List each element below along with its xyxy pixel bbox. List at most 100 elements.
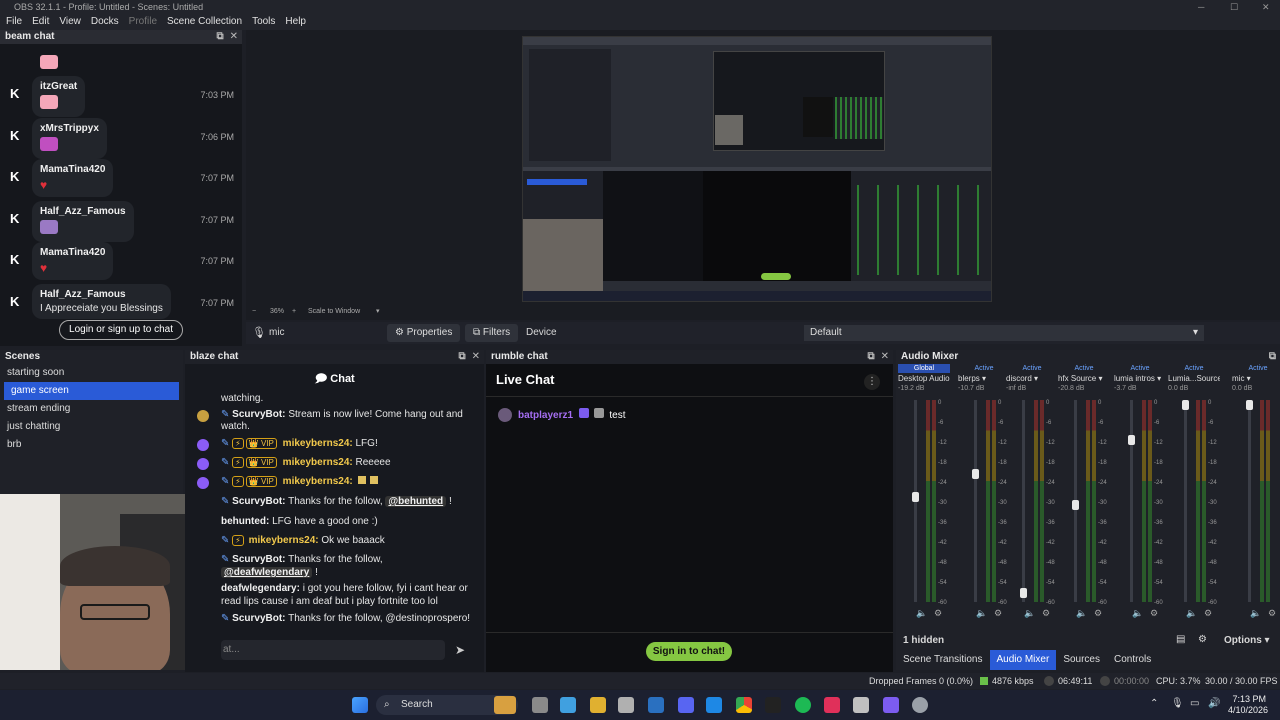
clock-date[interactable]: 4/10/2026 — [1226, 705, 1268, 715]
maximize-icon[interactable]: ☐ — [1230, 0, 1238, 14]
volume-fader[interactable] — [1248, 400, 1251, 602]
float-icon[interactable]: ⧉ — [867, 351, 874, 362]
sign-in-button[interactable]: Sign in to chat! — [646, 642, 732, 661]
menu-help[interactable]: Help — [285, 14, 306, 30]
menu-docks[interactable]: Docks — [91, 14, 119, 30]
task-view-icon[interactable] — [532, 697, 548, 713]
scale-select[interactable]: Scale to Window — [308, 308, 360, 315]
channel-name[interactable]: mic ▾ — [1232, 373, 1280, 385]
volume-fader[interactable] — [1184, 400, 1187, 602]
gear-icon[interactable]: ⚙ — [1042, 608, 1050, 619]
minimize-icon[interactable]: ─ — [1198, 0, 1204, 14]
fader-handle[interactable] — [1182, 400, 1189, 410]
chevron-down-icon[interactable]: ▾ — [376, 307, 380, 315]
file-explorer-icon[interactable] — [590, 697, 606, 713]
channel-name[interactable]: Lumia...Source ▾ — [1168, 373, 1220, 385]
filters-button[interactable]: ⧉ Filters — [465, 324, 519, 342]
chat-username[interactable]: MamaTina420 — [40, 247, 105, 258]
float-icon[interactable]: ⧉ — [458, 351, 465, 362]
close-icon[interactable]: ✕ — [1262, 0, 1270, 14]
channel-name[interactable]: Desktop Audio ▾ — [898, 373, 950, 385]
channel-name[interactable]: lumia intros ▾ — [1114, 373, 1166, 385]
menu-file[interactable]: File — [6, 14, 22, 30]
epic-games-icon[interactable] — [765, 697, 781, 713]
chat-input[interactable]: at... — [221, 640, 445, 660]
layout-icon[interactable]: ▤ — [1176, 634, 1185, 645]
gear-icon[interactable]: ⚙ — [1150, 608, 1158, 619]
channel-status[interactable]: Active — [1168, 364, 1220, 373]
fader-handle[interactable] — [1072, 499, 1079, 510]
chrome-icon[interactable] — [736, 697, 752, 713]
scene-item[interactable]: stream ending — [0, 400, 183, 418]
send-icon[interactable]: ➤ — [455, 643, 465, 657]
chat-username[interactable]: ScurvyBot: — [232, 409, 285, 420]
chat-username[interactable]: mikeyberns24: — [249, 535, 319, 546]
fader-handle[interactable] — [1128, 434, 1135, 445]
channel-status[interactable]: Active — [958, 364, 1010, 373]
scene-item[interactable]: brb — [0, 436, 183, 454]
tab-sources[interactable]: Sources — [1056, 650, 1107, 670]
menu-tools[interactable]: Tools — [252, 14, 275, 30]
volume-fader[interactable] — [1022, 400, 1025, 602]
gear-icon[interactable]: ⚙ — [934, 608, 942, 619]
zoom-in-icon[interactable]: + — [292, 308, 296, 315]
tab-controls[interactable]: Controls — [1107, 650, 1158, 670]
volume-icon[interactable]: 🔈 — [916, 608, 927, 619]
gear-icon[interactable]: ⚙ — [1198, 634, 1207, 645]
gear-icon[interactable]: ⚙ — [1094, 608, 1102, 619]
volume-icon[interactable]: 🔈 — [1024, 608, 1035, 619]
channel-name[interactable]: hfx Source ▾ — [1058, 373, 1110, 385]
chat-username[interactable]: ScurvyBot: — [232, 613, 285, 624]
tab-audio-mixer[interactable]: Audio Mixer — [989, 650, 1057, 670]
preview-canvas[interactable] — [522, 36, 992, 302]
app-icon[interactable] — [853, 697, 869, 713]
menu-edit[interactable]: Edit — [32, 14, 49, 30]
volume-icon[interactable]: 🔊 — [1208, 698, 1220, 709]
chat-username[interactable]: ScurvyBot: — [232, 496, 285, 507]
scene-item[interactable]: starting soon — [0, 364, 183, 382]
close-icon[interactable]: ✕ — [881, 351, 889, 362]
notepad-icon[interactable] — [706, 697, 722, 713]
chat-mention[interactable]: @deafwlegendary — [221, 567, 313, 578]
volume-icon[interactable]: 🔈 — [1250, 608, 1261, 619]
more-options-icon[interactable]: ⋮ — [864, 374, 880, 390]
app-icon[interactable] — [883, 697, 899, 713]
channel-status[interactable]: Active — [1114, 364, 1166, 373]
volume-fader[interactable] — [974, 400, 977, 602]
spotify-icon[interactable] — [795, 697, 811, 713]
tab-scene-transitions[interactable]: Scene Transitions — [896, 650, 990, 670]
channel-status[interactable]: Global — [898, 364, 950, 373]
chat-username[interactable]: batplayerz1 — [518, 410, 573, 421]
fader-handle[interactable] — [1246, 400, 1253, 410]
store-icon[interactable] — [618, 697, 634, 713]
channel-status[interactable]: Active — [1232, 364, 1280, 373]
chat-username[interactable]: deafwlegendary: — [221, 583, 300, 594]
mic-icon[interactable]: 🎙 — [1171, 698, 1184, 709]
outlook-icon[interactable] — [648, 697, 664, 713]
chat-username[interactable]: itzGreat — [40, 81, 77, 92]
channel-name[interactable]: discord ▾ — [1006, 373, 1058, 385]
channel-status[interactable]: Active — [1058, 364, 1110, 373]
channel-name[interactable]: blerps ▾ — [958, 373, 1010, 385]
hidden-count[interactable]: 1 hidden — [903, 635, 944, 646]
zoom-out-icon[interactable]: − — [252, 308, 256, 315]
properties-button[interactable]: ⚙ Properties — [387, 324, 461, 342]
fader-handle[interactable] — [972, 469, 979, 480]
chevron-up-icon[interactable]: ⌃ — [1150, 698, 1158, 709]
volume-icon[interactable]: 🔈 — [1076, 608, 1087, 619]
chat-username[interactable]: mikeyberns24: — [283, 457, 353, 468]
chat-username[interactable]: mikeyberns24: — [283, 438, 353, 449]
volume-icon[interactable]: 🔈 — [1186, 608, 1197, 619]
volume-fader[interactable] — [1130, 400, 1133, 602]
menu-scene-collection[interactable]: Scene Collection — [167, 14, 242, 30]
close-icon[interactable]: ✕ — [472, 351, 480, 362]
chat-username[interactable]: xMrsTrippyx — [40, 123, 99, 134]
scene-item-selected[interactable]: game screen — [4, 382, 179, 400]
fader-handle[interactable] — [912, 492, 919, 503]
menu-profile[interactable]: Profile — [129, 14, 157, 30]
chat-mention[interactable]: @behunted — [385, 496, 447, 507]
gear-icon[interactable]: ⚙ — [1204, 608, 1212, 619]
clock-time[interactable]: 7:13 PM — [1230, 694, 1266, 704]
options-button[interactable]: Options ▾ — [1224, 635, 1270, 646]
gear-icon[interactable]: ⚙ — [994, 608, 1002, 619]
